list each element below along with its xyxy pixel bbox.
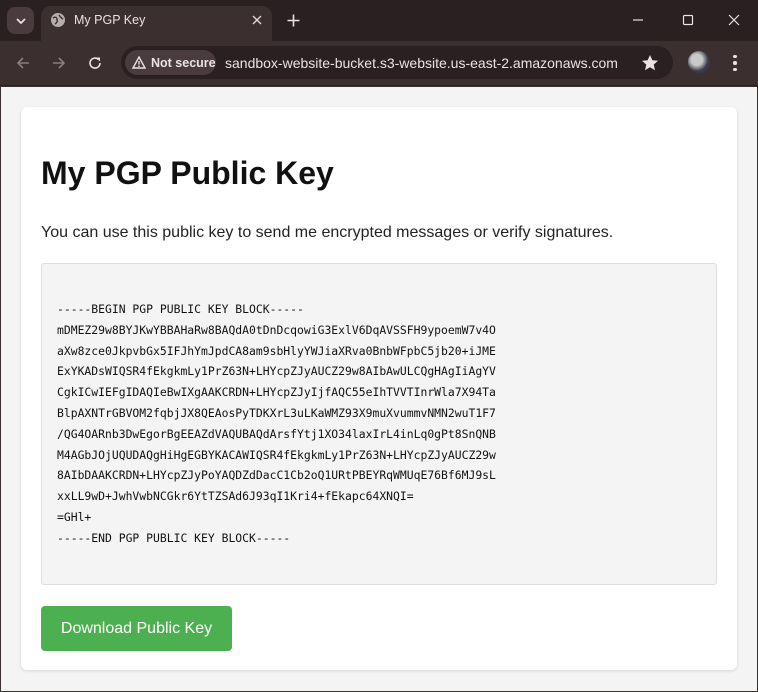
title-bar: My PGP Key — [0, 0, 758, 41]
reload-icon — [89, 57, 101, 69]
page-viewport: My PGP Public Key You can use this publi… — [1, 87, 757, 691]
minimize-button[interactable] — [623, 6, 653, 34]
page-title: My PGP Public Key — [41, 155, 334, 191]
close-icon — [252, 15, 262, 25]
address-bar[interactable]: Not secure sandbox-website-bucket.s3-web… — [121, 46, 673, 79]
kebab-menu-icon[interactable] — [724, 51, 746, 75]
tab-title: My PGP Key — [74, 13, 146, 27]
reload-button[interactable] — [82, 50, 108, 76]
star-icon[interactable] — [640, 53, 660, 73]
warning-icon — [132, 56, 146, 69]
security-label: Not secure — [151, 55, 216, 70]
maximize-button[interactable] — [673, 6, 703, 34]
public-key-box: -----BEGIN PGP PUBLIC KEY BLOCK----- mDM… — [41, 263, 717, 585]
forward-button[interactable] — [46, 50, 72, 76]
forward-arrow-icon — [53, 57, 66, 69]
new-tab-button[interactable] — [281, 8, 305, 32]
minimize-icon — [633, 19, 643, 21]
back-arrow-icon — [16, 57, 29, 69]
back-button[interactable] — [10, 50, 36, 76]
content-card: My PGP Public Key You can use this publi… — [21, 107, 737, 670]
security-chip[interactable]: Not secure — [125, 50, 216, 75]
browser-toolbar: Not secure sandbox-website-bucket.s3-web… — [0, 41, 758, 86]
tab-search-icon — [15, 17, 26, 24]
globe-icon — [51, 13, 65, 27]
active-tab[interactable]: My PGP Key — [41, 6, 272, 41]
window-close-icon — [728, 14, 740, 26]
tab-close-button[interactable] — [247, 10, 267, 30]
tab-search-button[interactable] — [7, 7, 34, 34]
url-text[interactable]: sandbox-website-bucket.s3-website.us-eas… — [225, 55, 618, 71]
avatar[interactable] — [688, 51, 710, 73]
download-public-key-button[interactable]: Download Public Key — [41, 606, 232, 651]
plus-icon — [287, 14, 299, 26]
page-description: You can use this public key to send me e… — [41, 224, 614, 241]
window-close-button[interactable] — [719, 6, 749, 34]
maximize-icon — [682, 14, 694, 26]
public-key-text[interactable]: -----BEGIN PGP PUBLIC KEY BLOCK----- mDM… — [57, 299, 496, 549]
